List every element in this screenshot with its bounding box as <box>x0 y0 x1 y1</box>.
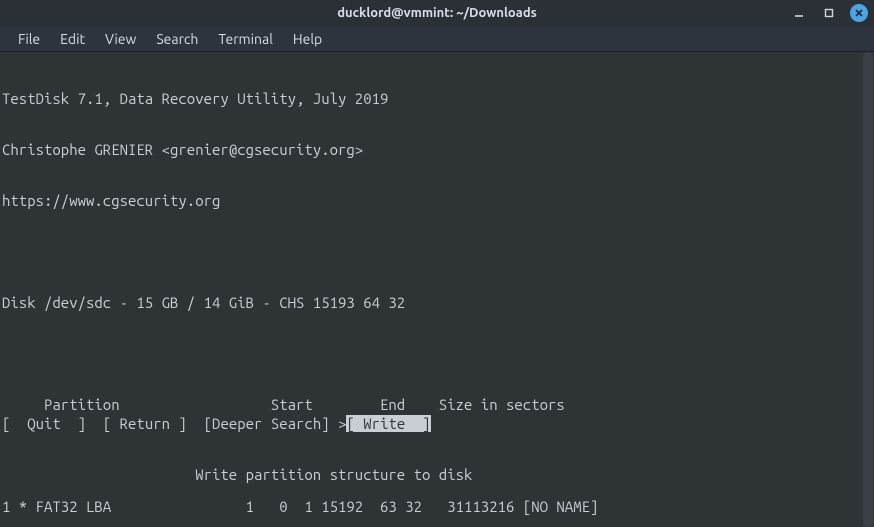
options-row: [ Quit ] [ Return ] [Deeper Search] >[ W… <box>2 415 872 432</box>
option-deeper-search[interactable]: [Deeper Search] <box>204 415 330 432</box>
menu-file[interactable]: File <box>8 29 50 49</box>
author-line: Christophe GRENIER <grenier@cgsecurity.o… <box>2 141 872 158</box>
terminal-output[interactable]: TestDisk 7.1, Data Recovery Utility, Jul… <box>0 52 874 527</box>
blank-line <box>2 345 872 362</box>
window-titlebar: ducklord@vmmint: ~/Downloads <box>0 0 874 26</box>
window-title: ducklord@vmmint: ~/Downloads <box>337 6 537 20</box>
menu-help[interactable]: Help <box>283 29 332 49</box>
menu-edit[interactable]: Edit <box>50 29 95 49</box>
option-hint: Write partition structure to disk <box>2 466 872 483</box>
disk-info-line: Disk /dev/sdc - 15 GB / 14 GiB - CHS 151… <box>2 294 872 311</box>
option-write[interactable]: [ Write ] <box>346 415 430 432</box>
option-quit[interactable]: [ Quit ] <box>2 415 86 432</box>
option-return[interactable]: [ Return ] <box>103 415 187 432</box>
close-button[interactable] <box>850 4 868 22</box>
blank-line <box>2 243 872 260</box>
app-header-line: TestDisk 7.1, Data Recovery Utility, Jul… <box>2 90 872 107</box>
menu-search[interactable]: Search <box>146 29 208 49</box>
scrollbar-thumb[interactable] <box>863 52 873 527</box>
menu-terminal[interactable]: Terminal <box>208 29 283 49</box>
window-controls <box>790 0 868 26</box>
scrollbar-track[interactable] <box>862 52 874 527</box>
project-url[interactable]: https://www.cgsecurity.org <box>2 192 220 209</box>
menu-view[interactable]: View <box>95 29 146 49</box>
maximize-button[interactable] <box>820 4 838 22</box>
minimize-button[interactable] <box>790 4 808 22</box>
menu-bar: File Edit View Search Terminal Help <box>0 26 874 52</box>
menu-options: [ Quit ] [ Return ] [Deeper Search] >[ W… <box>2 381 872 517</box>
